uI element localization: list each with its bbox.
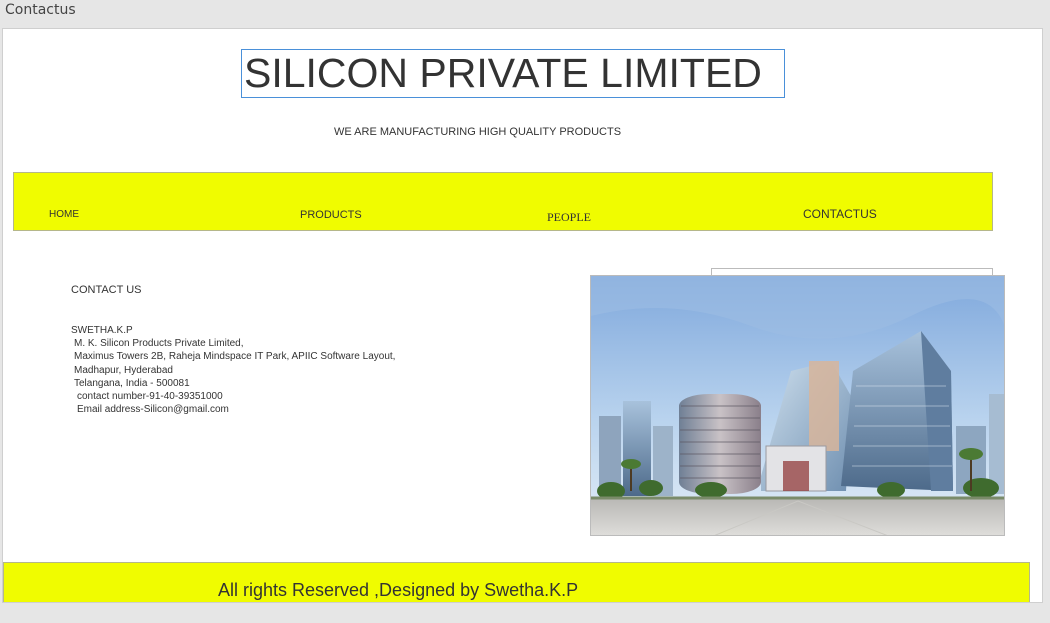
- contact-address-line-2: Madhapur, Hyderabad: [74, 364, 173, 376]
- window-tab-title: Contactus: [5, 2, 76, 18]
- nav-link-products[interactable]: PRODUCTS: [300, 209, 362, 221]
- footer-bar: All rights Reserved ,Designed by Swetha.…: [3, 562, 1030, 602]
- page-canvas: SILICON PRIVATE LIMITED WE ARE MANUFACTU…: [2, 28, 1043, 603]
- contact-phone: contact number-91-40-39351000: [77, 391, 223, 403]
- nav-link-people[interactable]: PEOPLE: [547, 210, 591, 225]
- nav-link-home[interactable]: HOME: [49, 209, 79, 220]
- contact-company: M. K. Silicon Products Private Limited,: [74, 338, 244, 350]
- nav-bar: HOME PRODUCTS PEOPLE CONTACTUS: [13, 172, 993, 231]
- contact-heading: CONTACT US: [71, 284, 142, 296]
- nav-link-contactus[interactable]: CONTACTUS: [803, 207, 877, 221]
- contact-details: SWETHA.K.P M. K. Silicon Products Privat…: [71, 324, 395, 416]
- site-title: SILICON PRIVATE LIMITED: [241, 49, 785, 98]
- contact-address-line-3: Telangana, India - 500081: [74, 377, 190, 389]
- footer-copyright: All rights Reserved ,Designed by Swetha.…: [218, 580, 579, 600]
- site-tagline: WE ARE MANUFACTURING HIGH QUALITY PRODUC…: [334, 126, 622, 138]
- contact-name: SWETHA.K.P: [71, 325, 133, 336]
- building-photo: [590, 275, 1005, 536]
- contact-address-line-1: Maximus Towers 2B, Raheja Mindspace IT P…: [74, 351, 396, 363]
- contact-email: Email address-Silicon@gmail.com: [77, 404, 229, 416]
